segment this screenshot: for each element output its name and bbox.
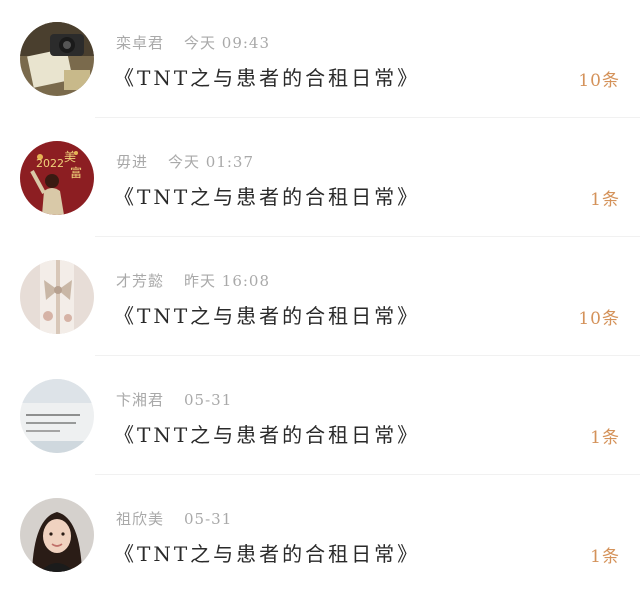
divider <box>95 117 640 118</box>
author-name: 毋进 <box>116 153 149 171</box>
item-count: 1条 <box>590 190 620 210</box>
item-meta: 祖欣美 05-31 <box>116 508 232 528</box>
new-year-2022-avatar: 2022 美 富 <box>20 141 94 215</box>
divider <box>95 474 640 475</box>
item-meta: 栾卓君 今天 09:43 <box>116 32 270 52</box>
avatar[interactable] <box>20 260 94 334</box>
list-item[interactable]: 卞湘君 05-31 《TNT之与患者的合租日常》 1条 <box>0 357 640 475</box>
svg-text:2022: 2022 <box>36 157 64 170</box>
avatar[interactable] <box>20 379 94 453</box>
list-item[interactable]: 2022 美 富 毋进 今天 01:37 《TNT之与患者的合租日常》 1条 <box>0 119 640 237</box>
author-name: 卞湘君 <box>116 391 165 409</box>
timestamp: 05-31 <box>184 510 233 528</box>
item-count: 10条 <box>578 71 620 91</box>
list-item[interactable]: 才芳懿 昨天 16:08 《TNT之与患者的合租日常》 10条 <box>0 238 640 356</box>
divider <box>95 355 640 356</box>
item-meta: 才芳懿 昨天 16:08 <box>116 270 270 290</box>
svg-text:富: 富 <box>70 165 82 180</box>
author-name: 祖欣美 <box>116 510 165 528</box>
item-meta: 毋进 今天 01:37 <box>116 151 254 171</box>
timestamp: 今天 09:43 <box>184 34 271 52</box>
item-title: 《TNT之与患者的合租日常》 <box>114 66 421 90</box>
item-count: 1条 <box>590 547 620 567</box>
author-name: 才芳懿 <box>116 272 165 290</box>
timestamp: 今天 01:37 <box>168 153 255 171</box>
divider <box>95 236 640 237</box>
timestamp: 05-31 <box>184 391 233 409</box>
item-title: 《TNT之与患者的合租日常》 <box>114 542 421 566</box>
list-item[interactable]: 栾卓君 今天 09:43 《TNT之与患者的合租日常》 10条 <box>0 0 640 118</box>
item-count: 10条 <box>578 309 620 329</box>
avatar[interactable] <box>20 498 94 572</box>
item-count: 1条 <box>590 428 620 448</box>
author-name: 栾卓君 <box>116 34 165 52</box>
list-item[interactable]: 祖欣美 05-31 《TNT之与患者的合租日常》 1条 <box>0 476 640 594</box>
item-title: 《TNT之与患者的合租日常》 <box>114 304 421 328</box>
phone-bow-avatar <box>20 260 94 334</box>
item-meta: 卞湘君 05-31 <box>116 389 232 409</box>
item-title: 《TNT之与患者的合租日常》 <box>114 185 421 209</box>
portrait-woman-avatar <box>20 498 94 572</box>
message-list: 栾卓君 今天 09:43 《TNT之与患者的合租日常》 10条 2022 美 富 … <box>0 0 640 587</box>
avatar[interactable]: 2022 美 富 <box>20 141 94 215</box>
avatar[interactable] <box>20 22 94 96</box>
svg-text:美: 美 <box>64 150 76 164</box>
timestamp: 昨天 16:08 <box>184 272 271 290</box>
handwritten-note-avatar <box>20 379 94 453</box>
item-title: 《TNT之与患者的合租日常》 <box>114 423 421 447</box>
camera-photo-avatar <box>20 22 94 96</box>
